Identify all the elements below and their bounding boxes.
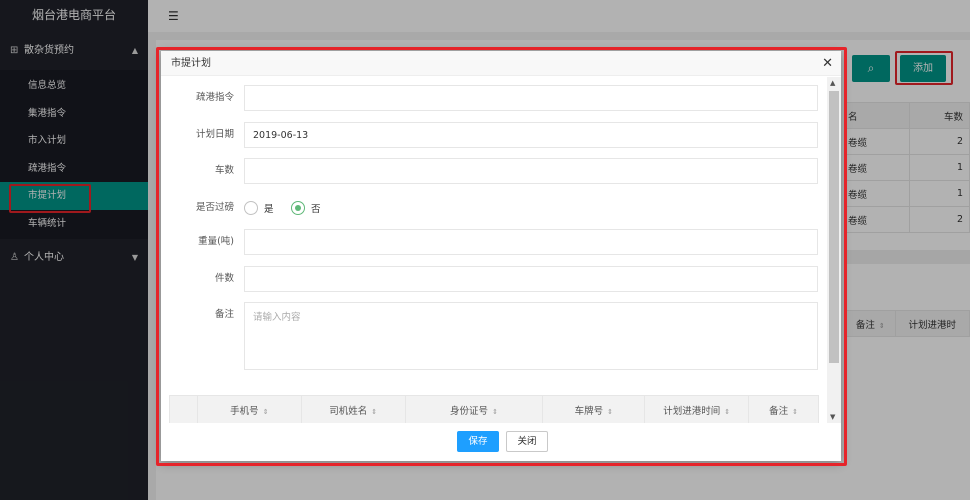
- modal-highlight-box: [156, 47, 847, 466]
